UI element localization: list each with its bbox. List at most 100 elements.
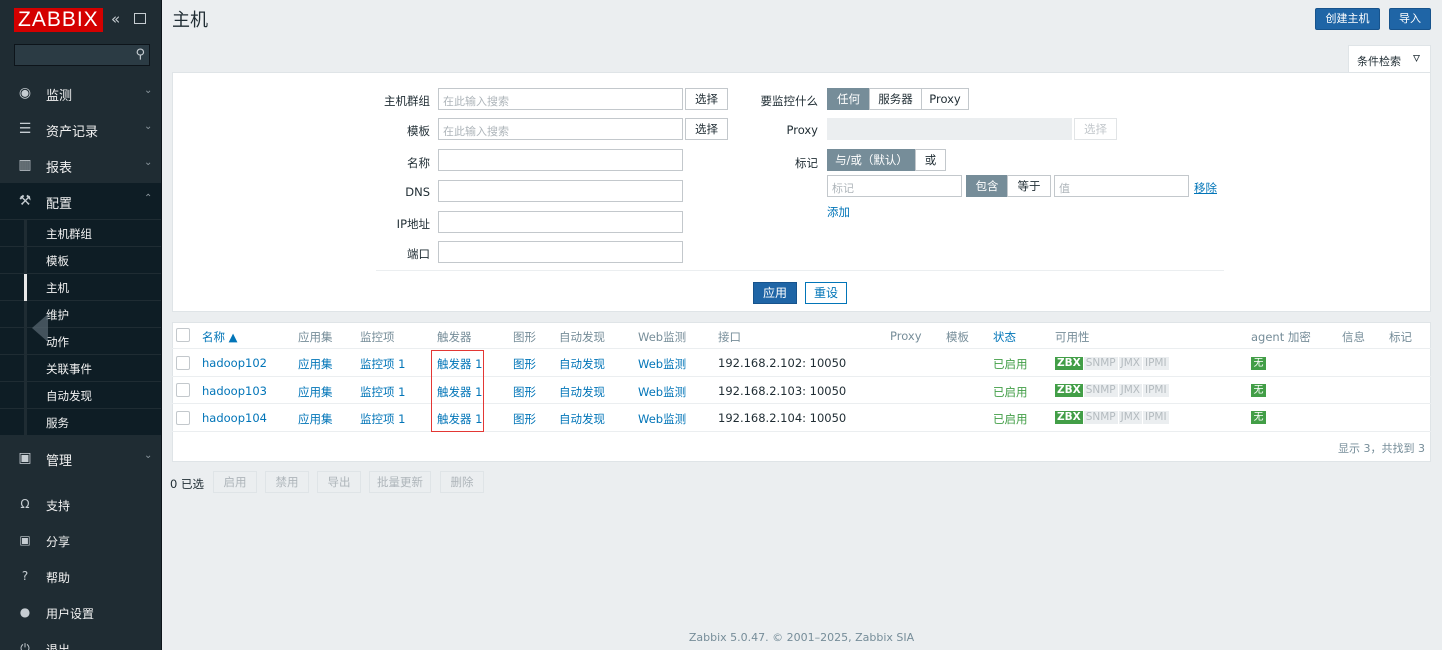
col-status-header[interactable]: 状态 xyxy=(993,329,1016,345)
graphs-link[interactable]: 图形 xyxy=(513,411,536,427)
export-button[interactable]: 导出 xyxy=(317,471,361,493)
menu-share[interactable]: ▣ 分享 xyxy=(0,523,161,559)
ip-input[interactable] xyxy=(438,211,683,233)
interface-cell: 192.168.2.102: 10050 xyxy=(718,356,847,370)
templates-input[interactable]: 在此输入搜索 xyxy=(438,118,683,140)
proxy-select-button: 选择 xyxy=(1074,118,1117,140)
col-proxy-header: Proxy xyxy=(890,329,922,343)
applications-link[interactable]: 应用集 xyxy=(298,356,333,372)
submenu-services[interactable]: 服务 xyxy=(0,409,161,436)
encryption-badge: 无 xyxy=(1251,411,1266,424)
discovery-link[interactable]: 自动发现 xyxy=(559,384,605,400)
chevron-up-icon: ⌃ xyxy=(144,193,153,204)
chevron-down-icon: ⌄ xyxy=(144,157,153,168)
reset-button[interactable]: 重设 xyxy=(805,282,847,304)
submenu-hosts[interactable]: 主机 xyxy=(0,274,161,301)
submenu-indicator xyxy=(24,220,27,247)
menu-monitoring[interactable]: ◉ 监测 ⌄ xyxy=(0,75,161,111)
col-name-header[interactable]: 名称 ▲ xyxy=(202,329,238,345)
monitored-by-any[interactable]: 任何 xyxy=(827,88,870,110)
name-input[interactable] xyxy=(438,149,683,171)
disable-button[interactable]: 禁用 xyxy=(265,471,309,493)
collapse-sidebar-icon[interactable]: « xyxy=(111,10,120,28)
menu-administration[interactable]: ▣ 管理 ⌄ xyxy=(0,440,161,476)
sidebar-search-input[interactable]: ⚲ xyxy=(14,44,150,66)
submenu-correlation[interactable]: 关联事件 xyxy=(0,355,161,382)
graphs-link[interactable]: 图形 xyxy=(513,384,536,400)
ipmi-badge: IPMI xyxy=(1143,357,1169,370)
zabbix-logo[interactable]: ZABBIX xyxy=(14,8,103,32)
host-name-link[interactable]: hadoop104 xyxy=(202,411,267,425)
submenu-actions[interactable]: 动作 xyxy=(0,328,161,355)
discovery-link[interactable]: 自动发现 xyxy=(559,411,605,427)
ip-label: IP地址 xyxy=(396,217,430,231)
menu-user-settings[interactable]: ● 用户设置 xyxy=(0,595,161,631)
templates-label: 模板 xyxy=(407,124,430,138)
import-button[interactable]: 导入 xyxy=(1389,8,1431,30)
tags-and-or-option[interactable]: 与/或（默认） xyxy=(827,149,916,171)
row-divider xyxy=(172,348,1431,349)
items-link[interactable]: 监控项 1 xyxy=(360,384,405,400)
applications-link[interactable]: 应用集 xyxy=(298,411,333,427)
host-name-link[interactable]: hadoop102 xyxy=(202,356,267,370)
host-name-link[interactable]: hadoop103 xyxy=(202,384,267,398)
graphs-link[interactable]: 图形 xyxy=(513,356,536,372)
mass-update-button[interactable]: 批量更新 xyxy=(369,471,431,493)
templates-select-button[interactable]: 选择 xyxy=(685,118,728,140)
applications-link[interactable]: 应用集 xyxy=(298,384,333,400)
col-agent-encryption-header: agent 加密 xyxy=(1251,330,1311,344)
status-link[interactable]: 已启用 xyxy=(993,384,1028,400)
tag-equals-option[interactable]: 等于 xyxy=(1007,175,1051,197)
items-link[interactable]: 监控项 1 xyxy=(360,411,405,427)
sidebar-collapse-handle[interactable] xyxy=(32,314,48,342)
menu-inventory[interactable]: ☰ 资产记录 ⌄ xyxy=(0,111,161,147)
port-input[interactable] xyxy=(438,241,683,263)
create-host-button[interactable]: 创建主机 xyxy=(1315,8,1380,30)
menu-support[interactable]: Ω 支持 xyxy=(0,487,161,523)
dns-input[interactable] xyxy=(438,180,683,202)
monitored-by-server[interactable]: 服务器 xyxy=(869,88,922,110)
tag-name-input[interactable]: 标记 xyxy=(827,175,962,197)
kiosk-mode-icon[interactable] xyxy=(134,13,146,24)
web-link[interactable]: Web监测 xyxy=(638,384,686,400)
tags-label: 标记 xyxy=(795,156,818,170)
wrench-icon: ⚒ xyxy=(18,193,32,209)
jmx-badge: JMX xyxy=(1118,357,1142,370)
delete-button[interactable]: 删除 xyxy=(440,471,484,493)
menu-reports[interactable]: ▥ 报表 ⌄ xyxy=(0,147,161,183)
monitored-by-proxy[interactable]: Proxy xyxy=(921,88,969,110)
tag-contains-option[interactable]: 包含 xyxy=(966,175,1008,197)
submenu-templates[interactable]: 模板 xyxy=(0,247,161,274)
add-tag-link[interactable]: 添加 xyxy=(827,204,850,220)
row-checkbox[interactable] xyxy=(176,356,190,370)
menu-sign-out[interactable]: ⏻ 退出 xyxy=(0,631,161,650)
status-link[interactable]: 已启用 xyxy=(993,411,1028,427)
tags-or-option[interactable]: 或 xyxy=(915,149,946,171)
enable-button[interactable]: 启用 xyxy=(213,471,257,493)
menu-configuration[interactable]: ⚒ 配置 ⌃ xyxy=(0,183,161,219)
submenu-label: 主机群组 xyxy=(46,227,92,241)
name-label: 名称 xyxy=(407,156,430,170)
host-groups-input[interactable]: 在此输入搜索 xyxy=(438,88,683,110)
encryption-badge: 无 xyxy=(1251,357,1266,370)
submenu-discovery[interactable]: 自动发现 xyxy=(0,382,161,409)
discovery-link[interactable]: 自动发现 xyxy=(559,356,605,372)
row-checkbox[interactable] xyxy=(176,411,190,425)
filter-tab[interactable]: 条件检索 ▿ xyxy=(1348,45,1431,73)
submenu-maintenance[interactable]: 维护 xyxy=(0,301,161,328)
items-link[interactable]: 监控项 1 xyxy=(360,356,405,372)
menu-help[interactable]: ? 帮助 xyxy=(0,559,161,595)
apply-button[interactable]: 应用 xyxy=(753,282,797,304)
host-groups-select-button[interactable]: 选择 xyxy=(685,88,728,110)
submenu-host-groups[interactable]: 主机群组 xyxy=(0,220,161,247)
tag-value-input[interactable]: 值 xyxy=(1054,175,1189,197)
status-link[interactable]: 已启用 xyxy=(993,356,1028,372)
remove-tag-link[interactable]: 移除 xyxy=(1194,180,1217,196)
web-link[interactable]: Web监测 xyxy=(638,411,686,427)
row-checkbox[interactable] xyxy=(176,383,190,397)
submenu-label: 动作 xyxy=(46,335,69,349)
triggers-highlight-box xyxy=(431,350,484,432)
select-all-checkbox[interactable] xyxy=(176,328,190,342)
search-icon[interactable]: ⚲ xyxy=(135,47,145,62)
web-link[interactable]: Web监测 xyxy=(638,356,686,372)
